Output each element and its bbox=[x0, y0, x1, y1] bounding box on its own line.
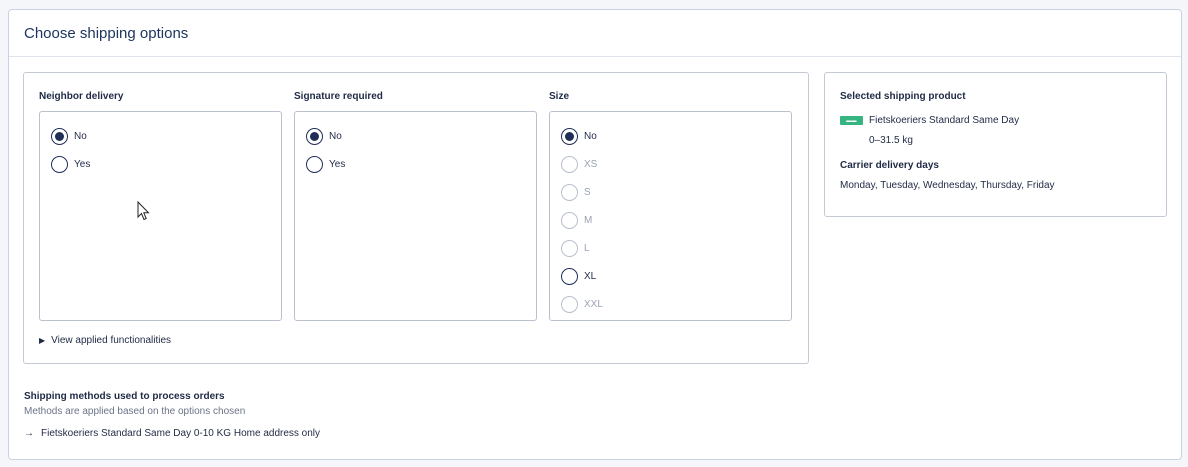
radio-button bbox=[561, 295, 578, 313]
radio-option-neighbor[interactable]: No bbox=[40, 122, 281, 150]
radio-option-size: L bbox=[550, 234, 791, 262]
radio-button[interactable] bbox=[306, 127, 323, 145]
radio-label: S bbox=[584, 186, 591, 198]
radio-button[interactable] bbox=[51, 127, 68, 145]
radio-label: L bbox=[584, 242, 590, 254]
radio-option-signature[interactable]: Yes bbox=[295, 150, 536, 178]
radio-label: Yes bbox=[329, 158, 346, 170]
radio-label: XXL bbox=[584, 298, 603, 310]
view-applied-functionalities-toggle[interactable]: ▶ View applied functionalities bbox=[39, 335, 171, 346]
radio-option-size[interactable]: XL bbox=[550, 262, 791, 290]
shipping-options-card: Choose shipping options Neighbor deliver… bbox=[8, 9, 1182, 460]
radio-option-size: XS bbox=[550, 150, 791, 178]
radio-button bbox=[561, 211, 578, 229]
radio-label: No bbox=[74, 130, 87, 142]
size-group: Size No XS S M L XL XXL bbox=[549, 90, 793, 321]
delivery-days-title: Carrier delivery days bbox=[840, 160, 939, 171]
radio-option-size[interactable]: No bbox=[550, 122, 791, 150]
radio-button[interactable] bbox=[51, 155, 68, 173]
radio-button bbox=[561, 239, 578, 257]
product-name: Fietskoeriers Standard Same Day bbox=[869, 115, 1020, 126]
delivery-days: Monday, Tuesday, Wednesday, Thursday, Fr… bbox=[840, 180, 1055, 191]
neighbor-delivery-options: No Yes bbox=[39, 111, 282, 321]
product-weight: 0–31.5 kg bbox=[869, 135, 913, 146]
radio-option-neighbor[interactable]: Yes bbox=[40, 150, 281, 178]
triangle-right-icon: ▶ bbox=[39, 336, 46, 345]
radio-label: XS bbox=[584, 158, 598, 170]
radio-label: No bbox=[584, 130, 597, 142]
radio-label: M bbox=[584, 214, 593, 226]
radio-button[interactable] bbox=[306, 155, 323, 173]
radio-option-size: XXL bbox=[550, 290, 791, 318]
view-applied-label: View applied functionalities bbox=[51, 335, 172, 346]
neighbor-delivery-label: Neighbor delivery bbox=[39, 91, 124, 102]
radio-label: XL bbox=[584, 270, 597, 282]
radio-button[interactable] bbox=[561, 127, 578, 145]
neighbor-delivery-group: Neighbor delivery No Yes bbox=[39, 90, 283, 321]
size-label: Size bbox=[549, 91, 570, 102]
signature-required-group: Signature required No Yes bbox=[294, 90, 538, 321]
product-row: ▬▬ Fietskoeriers Standard Same Day bbox=[840, 115, 1166, 126]
selected-product-panel: Selected shipping product ▬▬ Fietskoerie… bbox=[824, 72, 1167, 217]
method-label: Fietskoeriers Standard Same Day 0-10 KG … bbox=[41, 428, 321, 439]
selected-product-title: Selected shipping product bbox=[840, 91, 966, 102]
radio-option-size: M bbox=[550, 206, 791, 234]
methods-subtitle: Methods are applied based on the options… bbox=[24, 406, 246, 417]
page-title: Choose shipping options bbox=[24, 24, 189, 42]
radio-button bbox=[561, 155, 578, 173]
radio-button[interactable] bbox=[561, 267, 578, 285]
arrow-right-icon: → bbox=[24, 428, 34, 439]
signature-required-options: No Yes bbox=[294, 111, 537, 321]
radio-option-signature[interactable]: No bbox=[295, 122, 536, 150]
mouse-pointer-icon bbox=[137, 201, 150, 221]
radio-label: Yes bbox=[74, 158, 91, 170]
radio-button bbox=[561, 183, 578, 201]
card-header: Choose shipping options bbox=[9, 10, 1181, 57]
shipping-methods-section: Shipping methods used to process orders … bbox=[24, 390, 320, 439]
carrier-logo-icon: ▬▬ bbox=[840, 116, 863, 125]
methods-title: Shipping methods used to process orders bbox=[24, 391, 225, 402]
size-options: No XS S M L XL XXL bbox=[549, 111, 792, 321]
signature-required-label: Signature required bbox=[294, 91, 383, 102]
radio-label: No bbox=[329, 130, 342, 142]
radio-option-size: S bbox=[550, 178, 791, 206]
method-item[interactable]: → Fietskoeriers Standard Same Day 0-10 K… bbox=[24, 428, 320, 439]
